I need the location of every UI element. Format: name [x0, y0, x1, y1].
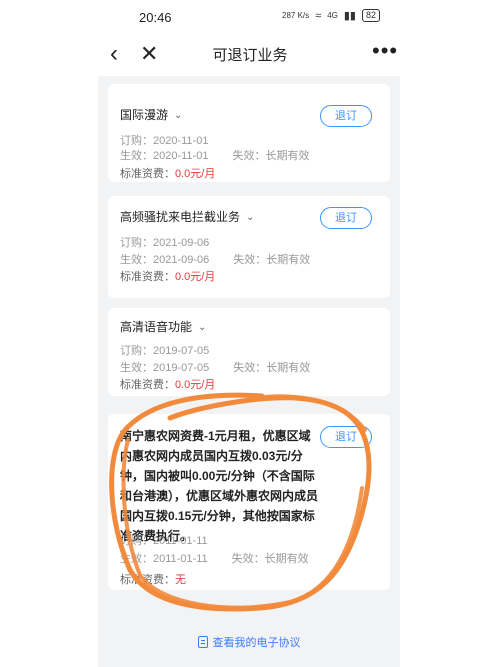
expire-value: 长期有效	[266, 362, 311, 374]
order-label: 订购：	[120, 237, 153, 249]
effect-line: 生效：2019-07-05 失效：长期有效	[120, 359, 310, 375]
wifi-icon: ≈	[315, 9, 322, 22]
document-icon	[197, 636, 208, 648]
effect-date: 2021-09-06	[153, 254, 210, 266]
status-time: 20:46	[139, 10, 172, 25]
order-date: 2020-11-01	[153, 135, 209, 147]
service-title[interactable]: 高清语音功能 ⌄	[120, 318, 206, 338]
page-title: 可退订业务	[212, 47, 288, 64]
fee-line: 标准资费：0.0元/月	[120, 376, 215, 392]
effect-date: 2011-01-11	[153, 553, 208, 565]
signal-label: 4G	[327, 11, 338, 20]
expire-value: 长期有效	[265, 150, 310, 162]
net-speed: 287 K/s	[282, 11, 310, 20]
service-card: 高清语音功能 ⌄ 订购：2019-07-05 生效：2019-07-05 失效：长期…	[108, 308, 390, 396]
service-card: 高频骚扰来电拦截业务 ⌄ 退订 订购：2021-09-06 生效：2021-09-…	[108, 196, 390, 298]
navbar: ‹ ✕ 可退订业务 •••	[0, 34, 500, 74]
fee-value: 0.0元/月	[175, 271, 216, 283]
order-line: 订购：2020-11-01	[120, 132, 208, 148]
service-name: 高清语音功能	[120, 320, 193, 334]
expire-value: 长期有效	[266, 254, 311, 266]
fee-line: 标准资费：0.0元/月	[120, 165, 215, 181]
effect-line: 生效：2021-09-06 失效：长期有效	[120, 251, 310, 267]
effect-label: 生效：	[120, 362, 153, 374]
fee-value: 0.0元/月	[175, 168, 216, 180]
effect-date: 2019-07-05	[153, 362, 210, 374]
unsubscribe-button[interactable]: 退订	[320, 207, 372, 229]
fee-value: 无	[175, 574, 186, 586]
order-label: 订购：	[120, 135, 153, 147]
fee-label: 标准资费：	[120, 379, 175, 391]
fee-label: 标准资费：	[120, 574, 175, 586]
service-title[interactable]: 国际漫游 ⌄	[120, 106, 182, 126]
fee-label: 标准资费：	[120, 271, 175, 283]
fee-line: 标准资费：0.0元/月	[120, 268, 215, 284]
e-agreement-label: 查看我的电子协议	[212, 637, 301, 649]
service-name[interactable]: 南宁惠农网资费-1元月租，优惠区域内惠农网内成员国内互拨0.03元/分钟，国内被…	[120, 426, 320, 546]
order-label: 订购：	[120, 345, 153, 357]
service-card: 国际漫游 ⌄ 退订 订购：2020-11-01 生效：2020-11-01 失效：长…	[108, 84, 390, 182]
service-list: 国际漫游 ⌄ 退订 订购：2020-11-01 生效：2020-11-01 失效：长…	[98, 76, 400, 667]
effect-date: 2020-11-01	[153, 150, 209, 162]
order-date: 2011-01-11	[153, 535, 208, 547]
service-name: 国际漫游	[120, 108, 169, 122]
status-bar: 20:46 287 K/s ≈ 4G ▮▮ 82	[0, 0, 500, 34]
order-line: 订购：2021-09-06	[120, 234, 209, 250]
unsubscribe-button[interactable]: 退订	[320, 105, 372, 127]
order-line: 订购：2011-01-11	[120, 532, 208, 548]
fee-value: 0.0元/月	[175, 379, 216, 391]
status-icons: 287 K/s ≈ 4G ▮▮ 82	[282, 9, 380, 22]
order-date: 2021-09-06	[153, 237, 210, 249]
fee-line: 标准资费：无	[120, 571, 186, 587]
chevron-down-icon[interactable]: ⌄	[246, 209, 254, 227]
expire-label: 失效：	[233, 254, 267, 266]
chevron-down-icon[interactable]: ⌄	[198, 319, 206, 337]
battery-icon: 82	[361, 9, 380, 22]
expire-value: 长期有效	[264, 553, 309, 565]
effect-label: 生效：	[120, 254, 153, 266]
expire-label: 失效：	[232, 150, 266, 162]
effect-label: 生效：	[120, 553, 153, 565]
more-icon[interactable]: •••	[372, 38, 398, 64]
service-card: 南宁惠农网资费-1元月租，优惠区域内惠农网内成员国内互拨0.03元/分钟，国内被…	[108, 414, 390, 590]
signal-icon: ▮▮	[343, 10, 356, 22]
order-date: 2019-07-05	[153, 345, 210, 357]
e-agreement-link[interactable]: 查看我的电子协议	[98, 634, 400, 650]
service-name: 高频骚扰来电拦截业务	[120, 210, 241, 224]
unsubscribe-button[interactable]: 退订	[320, 426, 372, 448]
order-label: 订购：	[120, 535, 153, 547]
order-line: 订购：2019-07-05	[120, 342, 209, 358]
effect-line: 生效：2020-11-01 失效：长期有效	[120, 147, 309, 163]
fee-label: 标准资费：	[120, 168, 175, 180]
effect-line: 生效：2011-01-11 失效：长期有效	[120, 550, 309, 566]
expire-label: 失效：	[231, 553, 265, 565]
chevron-down-icon[interactable]: ⌄	[174, 107, 182, 125]
service-title[interactable]: 高频骚扰来电拦截业务 ⌄	[120, 208, 254, 228]
expire-label: 失效：	[233, 362, 267, 374]
effect-label: 生效：	[120, 150, 153, 162]
